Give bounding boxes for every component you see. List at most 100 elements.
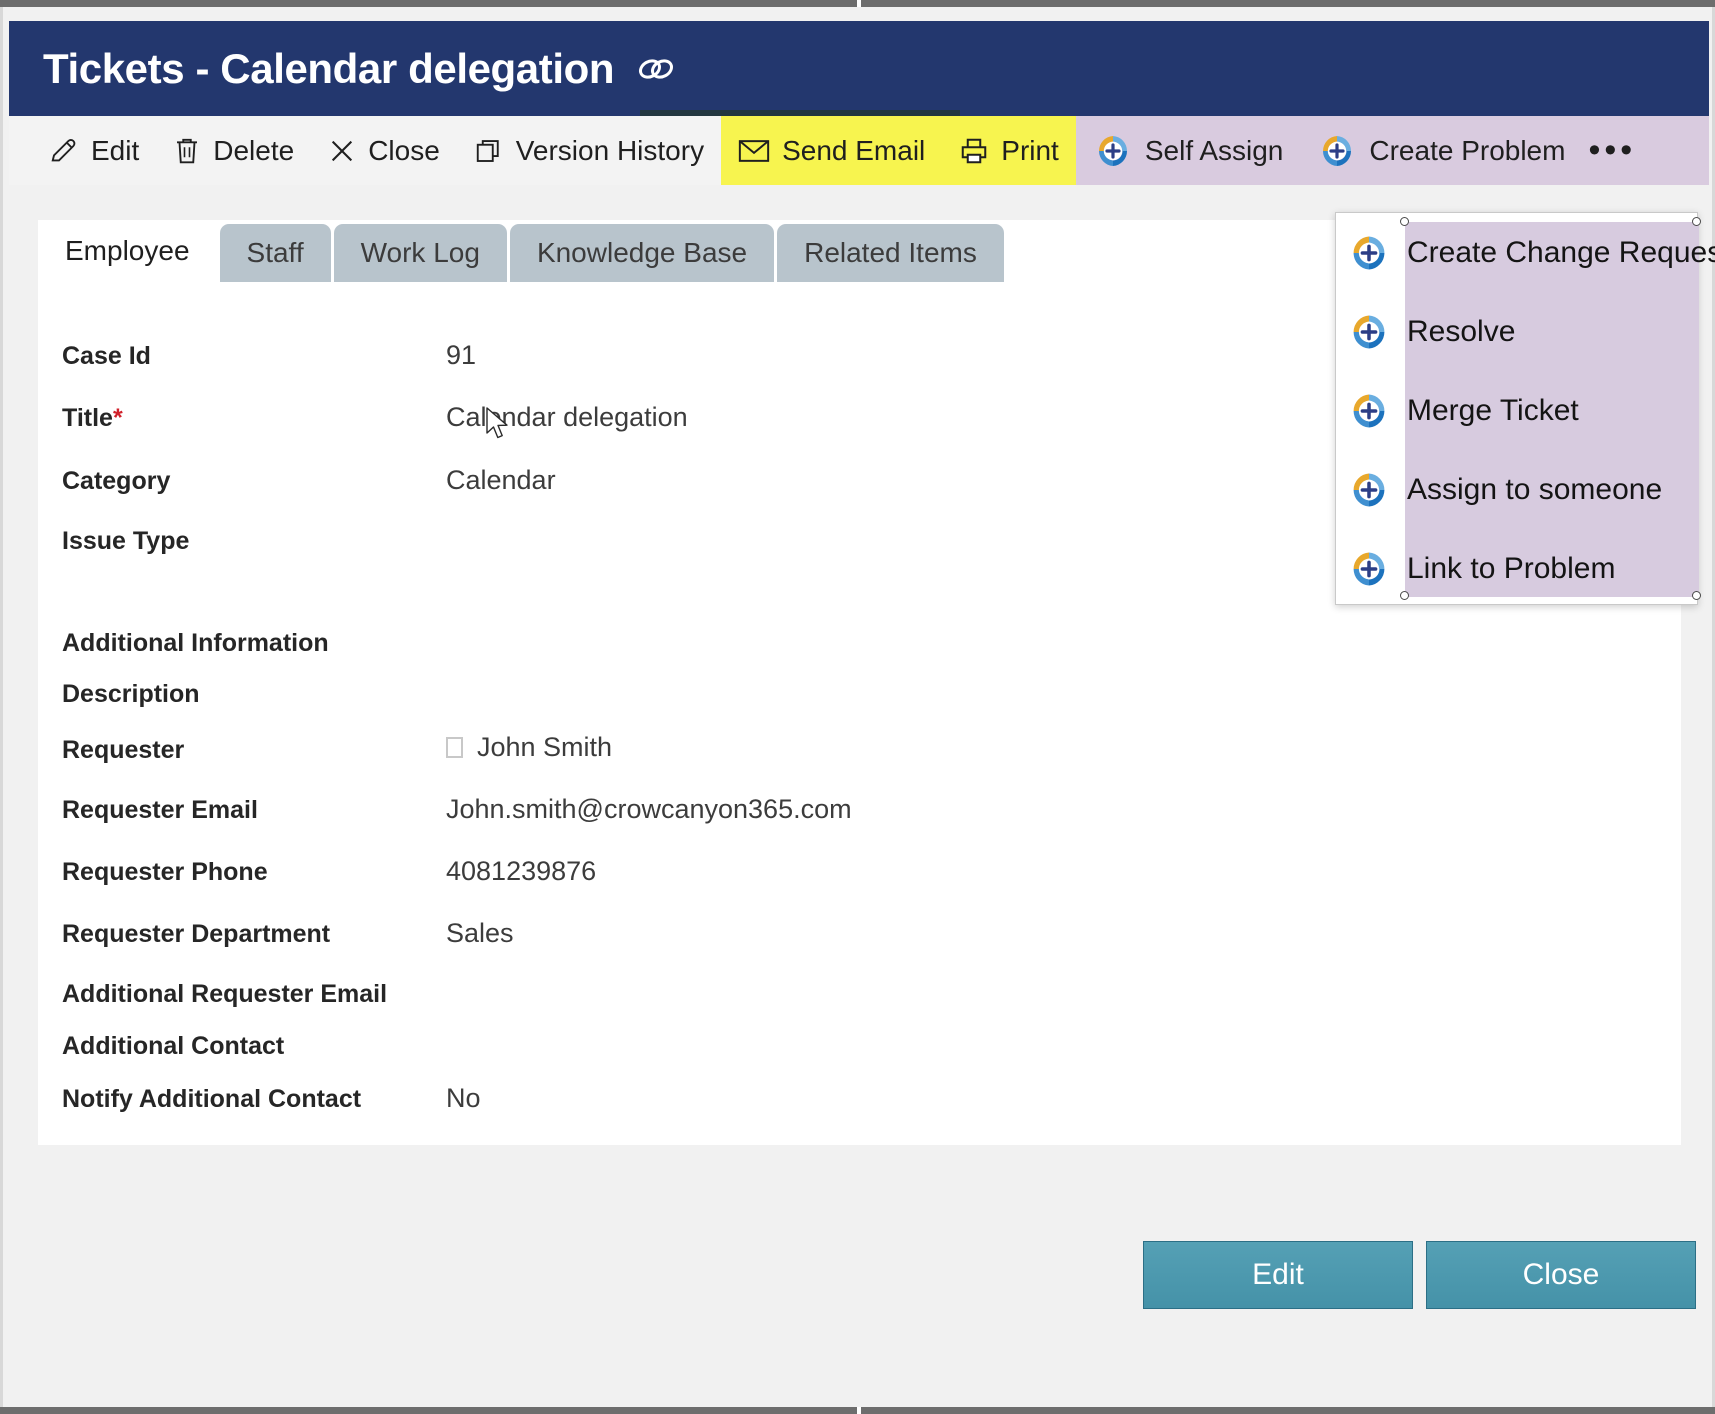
tab-related-items[interactable]: Related Items [777, 224, 1004, 282]
close-button[interactable]: Close [1426, 1241, 1696, 1309]
form-row-category: Category Calendar [38, 465, 556, 496]
envelope-icon [738, 138, 770, 164]
tab-label-related-items: Related Items [804, 237, 977, 268]
field-label-notify-additional-contact: Notify Additional Contact [62, 1085, 362, 1113]
field-label-requester-department: Requester Department [62, 920, 331, 948]
field-label-additional-requester-email: Additional Requester Email [62, 980, 388, 1008]
dialog-footer: Edit Close [9, 1145, 1709, 1407]
form-row-description: Description [38, 680, 446, 709]
circular-plus-icon [1347, 231, 1391, 275]
version-history-icon [474, 136, 504, 166]
toolbar-label-print: Print [1001, 134, 1059, 166]
toolbar-label-edit: Edit [91, 134, 140, 166]
window-top-rail [0, 0, 1715, 7]
trash-icon [173, 136, 201, 166]
menu-label-merge-ticket: Merge Ticket [1407, 393, 1579, 427]
command-toolbar: Edit Delete Close Version History Send E… [9, 116, 1709, 185]
menu-item-resolve[interactable]: Resolve [1336, 292, 1697, 371]
toolbar-label-self-assign: Self Assign [1144, 134, 1284, 166]
close-button-label: Close [1522, 1258, 1600, 1291]
menu-item-create-change-request[interactable]: Create Change Request [1336, 213, 1715, 292]
selection-handle-bottom-left[interactable] [1400, 591, 1409, 600]
selection-handle-bottom-right[interactable] [1692, 591, 1701, 600]
form-row-additional-information: Additional Information [38, 629, 446, 658]
form-row-title: Title* Calendar delegation [38, 402, 688, 433]
circular-plus-icon [1347, 547, 1391, 591]
field-label-requester-email: Requester Email [62, 796, 258, 824]
field-value-requester-department: Sales [446, 918, 514, 948]
tab-employee[interactable]: Employee [38, 220, 217, 282]
field-label-category: Category [62, 467, 171, 495]
circular-plus-icon [1093, 131, 1133, 171]
tab-label-employee: Employee [65, 235, 190, 266]
toolbar-button-self-assign[interactable]: Self Assign [1075, 116, 1301, 185]
circular-plus-icon [1317, 131, 1357, 171]
required-asterisk: * [112, 404, 123, 432]
circular-plus-icon [1347, 389, 1391, 433]
menu-label-create-change-request: Create Change Request [1407, 235, 1715, 269]
field-value-requester-phone: 4081239876 [446, 856, 597, 886]
toolbar-overflow-label: ••• [1588, 131, 1637, 169]
field-value-requester: John Smith [446, 732, 612, 763]
field-label-additional-information: Additional Information [62, 629, 329, 657]
menu-label-resolve: Resolve [1407, 314, 1516, 348]
toolbar-button-close[interactable]: Close [311, 116, 457, 185]
circular-plus-icon [1347, 310, 1391, 354]
toolbar-label-delete: Delete [213, 134, 295, 166]
toolbar-button-create-problem[interactable]: Create Problem [1300, 116, 1583, 185]
presence-indicator-icon [446, 737, 463, 758]
tab-knowledge-base[interactable]: Knowledge Base [509, 224, 775, 282]
pencil-icon [49, 136, 79, 166]
toolbar-purple-filler [1652, 116, 1709, 185]
toolbar-button-print[interactable]: Print [942, 116, 1076, 185]
selection-handle-top-left[interactable] [1400, 217, 1409, 226]
tab-work-log[interactable]: Work Log [333, 224, 507, 282]
form-row-requester-phone: Requester Phone 4081239876 [38, 856, 596, 887]
title-bar: Tickets - Calendar delegation [9, 21, 1709, 116]
menu-label-assign-to-someone: Assign to someone [1407, 472, 1663, 506]
dialog-frame: Tickets - Calendar delegation Edit Delet… [0, 7, 1715, 1407]
selection-handle-top-right[interactable] [1692, 217, 1701, 226]
form-row-case-id: Case Id 91 [38, 340, 476, 371]
window-bottom-rail [0, 1407, 1715, 1414]
form-row-additional-requester-email: Additional Requester Email [38, 980, 446, 1009]
tab-staff[interactable]: Staff [219, 224, 331, 282]
menu-item-assign-to-someone[interactable]: Assign to someone [1336, 450, 1697, 529]
field-label-case-id: Case Id [62, 342, 151, 370]
bottom-rail-notch [857, 1407, 861, 1414]
field-value-requester-email: John.smith@crowcanyon365.com [446, 794, 852, 824]
form-row-requester: Requester John Smith [38, 732, 612, 765]
edit-button[interactable]: Edit [1143, 1241, 1413, 1309]
field-label-requester: Requester [62, 736, 185, 764]
toolbar-button-send-email[interactable]: Send Email [721, 116, 943, 185]
toolbar-label-close: Close [368, 134, 440, 166]
toolbar-button-version-history[interactable]: Version History [457, 116, 721, 185]
form-row-requester-email: Requester Email John.smith@crowcanyon365… [38, 794, 852, 825]
circular-plus-icon [1347, 468, 1391, 512]
field-value-title: Calendar delegation [446, 402, 688, 432]
field-value-notify-additional-contact: No [446, 1083, 481, 1113]
form-row-additional-contact: Additional Contact [38, 1032, 446, 1061]
toolbar-button-delete[interactable]: Delete [156, 116, 311, 185]
field-label-description: Description [62, 680, 200, 708]
printer-icon [959, 136, 989, 166]
page-title: Tickets - Calendar delegation [43, 44, 615, 92]
menu-item-link-to-problem[interactable]: Link to Problem [1336, 529, 1697, 608]
menu-item-merge-ticket[interactable]: Merge Ticket [1336, 371, 1697, 450]
form-row-requester-department: Requester Department Sales [38, 918, 514, 949]
overflow-dropdown-menu: Create Change Request Resolve Merge Tick… [1335, 212, 1715, 608]
field-label-additional-contact: Additional Contact [62, 1032, 285, 1060]
edit-button-label: Edit [1252, 1258, 1304, 1291]
menu-label-link-to-problem: Link to Problem [1407, 551, 1616, 585]
field-label-requester-phone: Requester Phone [62, 858, 268, 886]
toolbar-label-create-problem: Create Problem [1369, 134, 1566, 166]
link-icon[interactable] [636, 55, 676, 83]
tab-strip: Employee Staff Work Log Knowledge Base R… [38, 220, 1007, 282]
close-x-icon [328, 137, 356, 165]
screenshot-root: Tickets - Calendar delegation Edit Delet… [0, 0, 1715, 1414]
top-rail-notch [857, 0, 861, 7]
tab-label-work-log: Work Log [360, 237, 480, 268]
toolbar-button-edit[interactable]: Edit [32, 116, 156, 185]
toolbar-label-send-email: Send Email [782, 134, 926, 166]
toolbar-overflow-button[interactable]: ••• [1582, 116, 1653, 185]
